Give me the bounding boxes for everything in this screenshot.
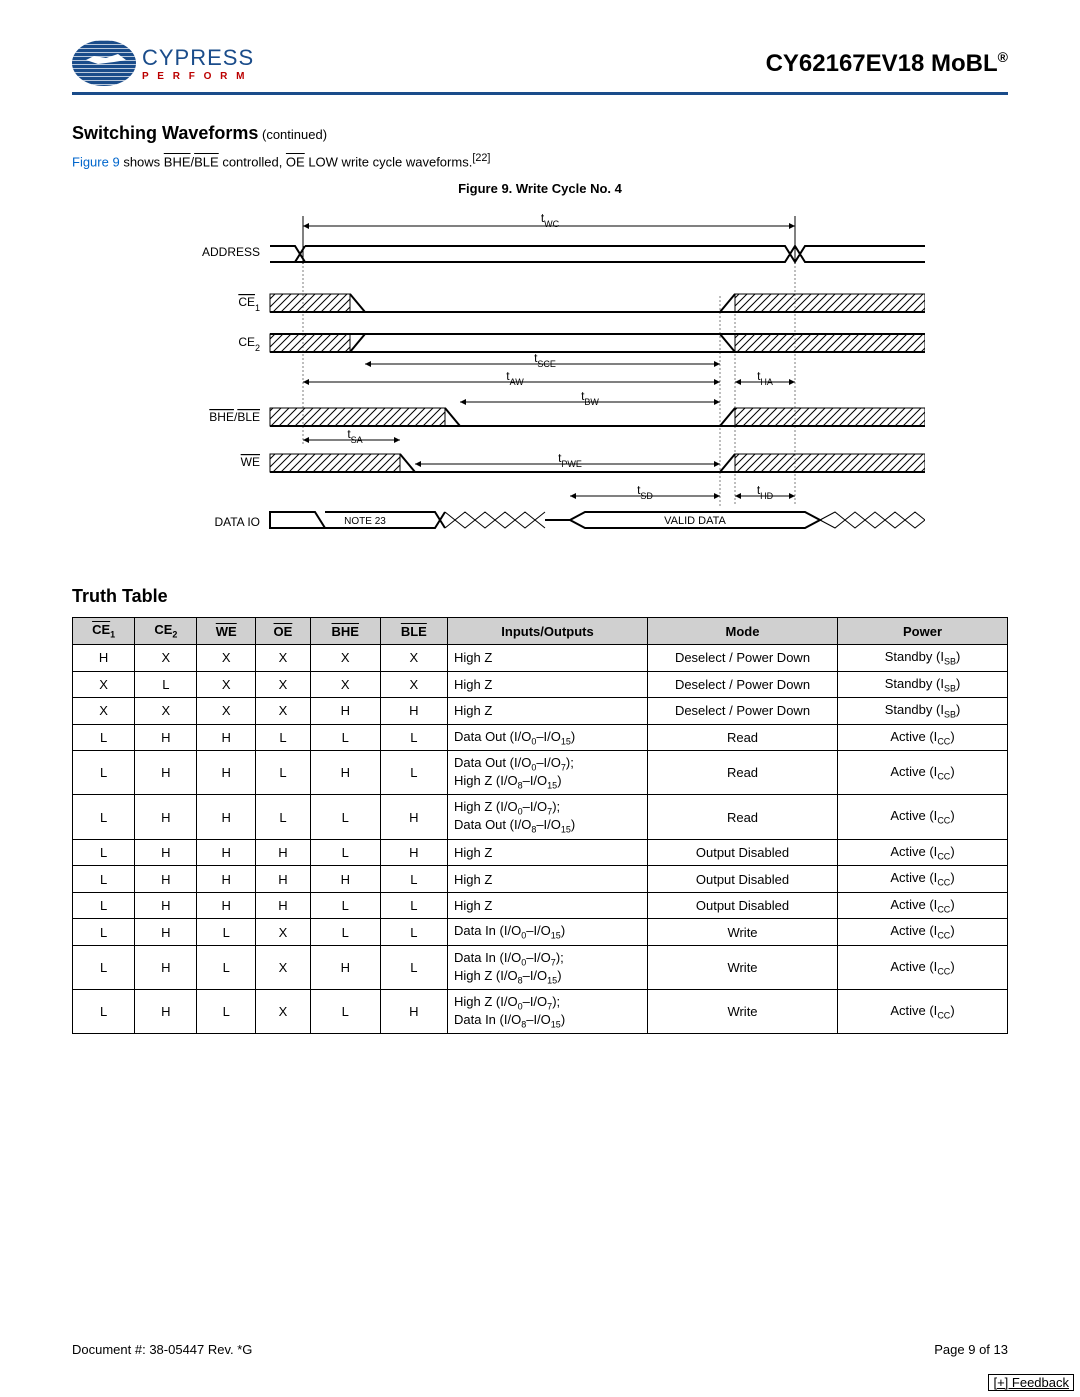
signal-data-io: DATA IO bbox=[214, 515, 260, 529]
table-row: XXXXHHHigh ZDeselect / Power DownStandby… bbox=[73, 698, 1008, 725]
table-row: LHHLLHHigh Z (I/O0–I/O7);Data Out (I/O8–… bbox=[73, 795, 1008, 839]
page-number: Page 9 of 13 bbox=[934, 1342, 1008, 1357]
logo: CYPRESS P E R F O R M bbox=[72, 40, 254, 86]
truth-header-3: OE bbox=[256, 618, 311, 645]
signal-ce1: CE1 bbox=[238, 295, 260, 313]
table-row: XLXXXXHigh ZDeselect / Power DownStandby… bbox=[73, 671, 1008, 698]
figure-caption: Figure 9. Write Cycle No. 4 bbox=[72, 181, 1008, 196]
table-row: LHLXHLData In (I/O0–I/O7);High Z (I/O8–I… bbox=[73, 946, 1008, 990]
t-sa-label: tSA bbox=[347, 427, 362, 445]
figure-link[interactable]: Figure 9 bbox=[72, 154, 120, 169]
feedback-button[interactable]: [+] Feedback bbox=[988, 1374, 1074, 1391]
timing-diagram: ADDRESS CE1 CE2 BHE/BLE WE DATA IO tWC t… bbox=[155, 206, 925, 546]
table-row: HXXXXXHigh ZDeselect / Power DownStandby… bbox=[73, 644, 1008, 671]
t-pwe-label: tPWE bbox=[558, 451, 582, 469]
intro-text: Figure 9 shows BHE/BLE controlled, OE LO… bbox=[72, 152, 1008, 169]
valid-data-label: VALID DATA bbox=[664, 515, 726, 527]
page-header: CYPRESS P E R F O R M CY62167EV18 MoBL® bbox=[72, 40, 1008, 86]
t-aw-label: tAW bbox=[506, 369, 524, 387]
table-row: LHHHHLHigh ZOutput DisabledActive (ICC) bbox=[73, 866, 1008, 893]
truth-header-4: BHE bbox=[310, 618, 380, 645]
signal-address: ADDRESS bbox=[202, 245, 260, 259]
table-row: LHLXLLData In (I/O0–I/O15)WriteActive (I… bbox=[73, 919, 1008, 946]
logo-perform: P E R F O R M bbox=[142, 71, 254, 82]
table-row: LHLXLHHigh Z (I/O0–I/O7);Data In (I/O8–I… bbox=[73, 990, 1008, 1034]
t-hd-label: tHD bbox=[757, 483, 774, 501]
header-rule bbox=[72, 92, 1008, 95]
section-heading: Switching Waveforms (continued) bbox=[72, 123, 1008, 144]
truth-header-7: Mode bbox=[648, 618, 838, 645]
t-ha-label: tHA bbox=[757, 369, 773, 387]
page-footer: Document #: 38-05447 Rev. *G Page 9 of 1… bbox=[72, 1342, 1008, 1357]
doc-number: Document #: 38-05447 Rev. *G bbox=[72, 1342, 252, 1357]
truth-header-2: WE bbox=[197, 618, 256, 645]
signal-we: WE bbox=[241, 455, 260, 469]
logo-name: CYPRESS bbox=[142, 45, 254, 71]
t-wc-label: tWC bbox=[541, 211, 560, 229]
truth-header-5: BLE bbox=[380, 618, 447, 645]
truth-table-heading: Truth Table bbox=[72, 586, 1008, 607]
table-row: LHHLLLData Out (I/O0–I/O15)ReadActive (I… bbox=[73, 724, 1008, 751]
table-row: LHHHLHHigh ZOutput DisabledActive (ICC) bbox=[73, 839, 1008, 866]
table-row: LHHHLLHigh ZOutput DisabledActive (ICC) bbox=[73, 892, 1008, 919]
truth-header-0: CE1 bbox=[73, 618, 135, 645]
table-row: LHHLHLData Out (I/O0–I/O7);High Z (I/O8–… bbox=[73, 751, 1008, 795]
note23-label: NOTE 23 bbox=[344, 516, 386, 527]
signal-ce2: CE2 bbox=[238, 335, 260, 353]
cypress-globe-icon bbox=[72, 40, 136, 86]
truth-header-1: CE2 bbox=[135, 618, 197, 645]
truth-header-8: Power bbox=[838, 618, 1008, 645]
page-title: CY62167EV18 MoBL® bbox=[766, 49, 1008, 78]
truth-header-6: Inputs/Outputs bbox=[448, 618, 648, 645]
t-bw-label: tBW bbox=[581, 389, 599, 407]
truth-table: CE1CE2WEOEBHEBLEInputs/OutputsModePower … bbox=[72, 617, 1008, 1034]
signal-bhe-ble: BHE/BLE bbox=[209, 410, 260, 424]
t-sd-label: tSD bbox=[637, 483, 653, 501]
t-sce-label: tSCE bbox=[534, 351, 556, 369]
